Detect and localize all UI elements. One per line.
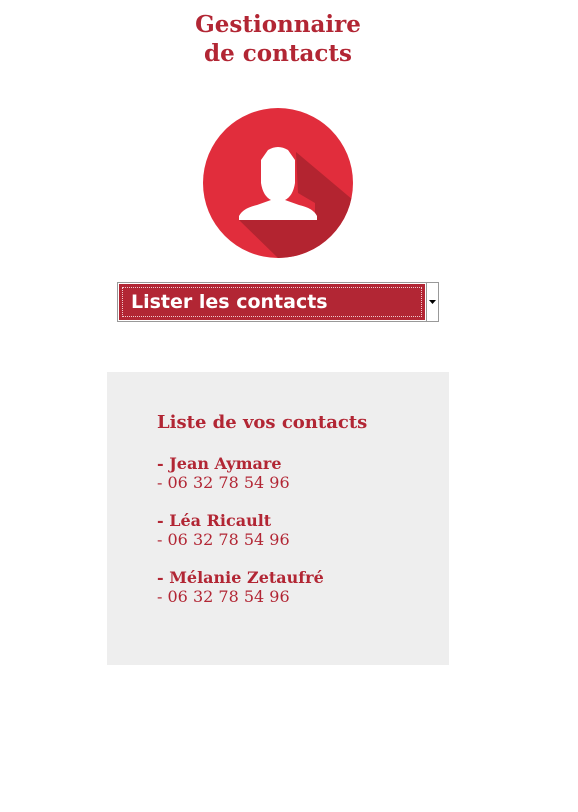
user-icon (203, 108, 353, 258)
contact-phone: - 06 32 78 54 96 (157, 530, 290, 549)
contact-name: - Mélanie Zetaufré (157, 568, 324, 587)
contact-phone: - 06 32 78 54 96 (157, 473, 290, 492)
contact-phone: - 06 32 78 54 96 (157, 587, 290, 606)
page-title-line-1: Gestionnaire (195, 11, 361, 38)
page-title: Gestionnaire de contacts (0, 10, 556, 68)
avatar (203, 108, 353, 258)
contact-name: - Léa Ricault (157, 511, 272, 530)
action-select-value[interactable]: Lister les contacts (119, 284, 425, 320)
contact-name: - Jean Aymare (157, 454, 282, 473)
chevron-down-icon[interactable] (426, 283, 438, 321)
action-select[interactable]: Lister les contacts (117, 282, 439, 322)
contacts-list-title: Liste de vos contacts (157, 412, 368, 433)
list-item: - Jean Aymare - 06 32 78 54 96 (157, 454, 449, 492)
page-title-line-2: de contacts (204, 40, 352, 67)
contacts-panel: Liste de vos contacts - Jean Aymare - 06… (107, 372, 449, 665)
list-item: - Léa Ricault - 06 32 78 54 96 (157, 511, 449, 549)
list-item: - Mélanie Zetaufré - 06 32 78 54 96 (157, 568, 449, 606)
